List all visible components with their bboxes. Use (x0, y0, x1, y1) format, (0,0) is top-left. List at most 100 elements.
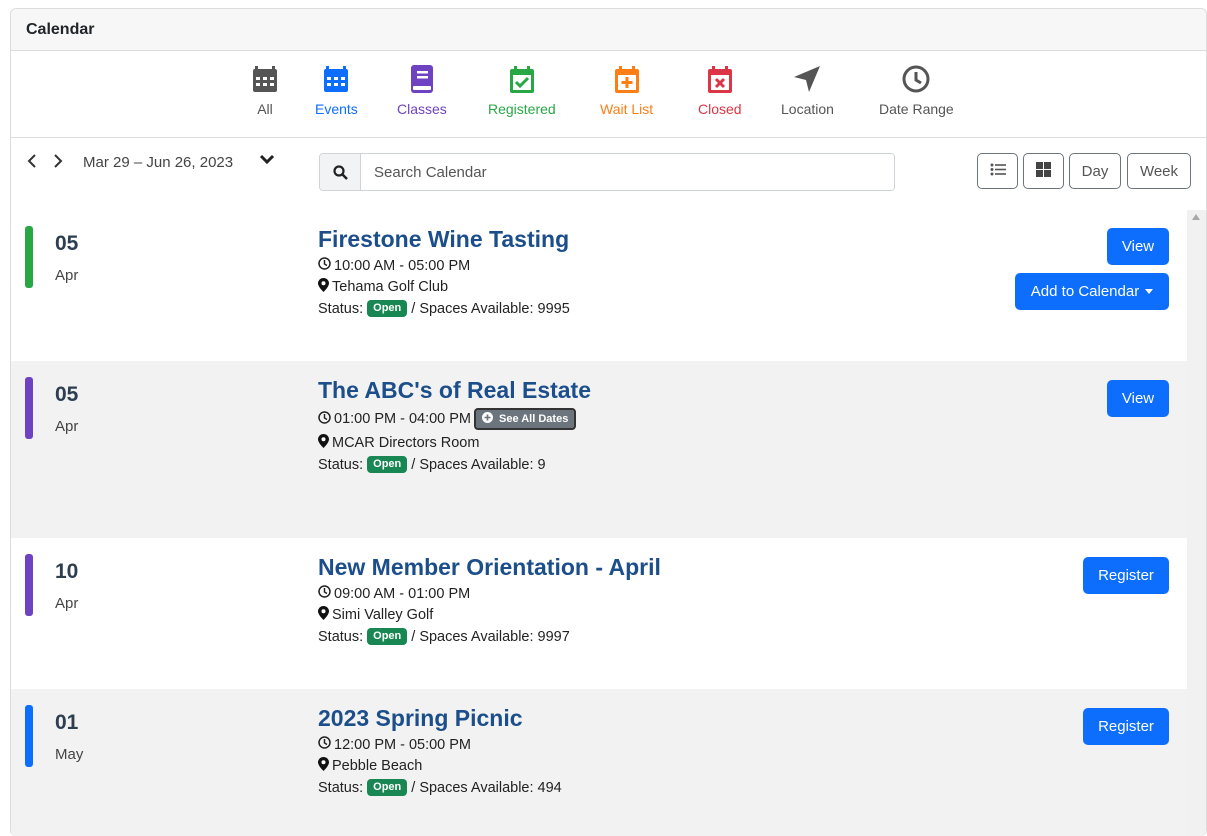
filter-label: Date Range (879, 101, 954, 117)
event-details: Firestone Wine Tasting 10:00 AM - 05:00 … (318, 226, 570, 317)
filter-events[interactable]: Events (315, 63, 358, 117)
event-month: Apr (55, 267, 79, 284)
event-item: 05 Apr The ABC's of Real Estate 01:00 PM… (11, 361, 1187, 539)
clock-icon (900, 63, 932, 95)
spaces-available: / Spaces Available: 9997 (411, 628, 570, 645)
filter-closed[interactable]: Closed (698, 63, 742, 117)
filter-label: Wait List (600, 101, 654, 117)
status-badge: Open (367, 779, 408, 796)
spaces-available: / Spaces Available: 9 (411, 456, 546, 473)
week-view-button[interactable]: Week (1127, 153, 1191, 189)
category-color-bar (25, 554, 33, 616)
category-color-bar (25, 705, 33, 767)
spaces-available: / Spaces Available: 9995 (411, 300, 570, 317)
page-title: Calendar (26, 20, 95, 38)
add-to-calendar-button[interactable]: Add to Calendar (1015, 273, 1169, 310)
event-title[interactable]: The ABC's of Real Estate (318, 377, 591, 404)
event-month: May (55, 746, 84, 763)
calendar-grid-icon (320, 63, 352, 95)
map-marker-icon (318, 757, 332, 775)
event-time: 01:00 PM - 04:00 PM (334, 411, 472, 427)
see-all-dates-button[interactable]: See All Dates (474, 408, 577, 430)
event-title[interactable]: New Member Orientation - April (318, 554, 661, 581)
prev-arrow-icon[interactable] (27, 152, 37, 173)
search-input[interactable] (361, 154, 894, 190)
day-view-button[interactable]: Day (1069, 153, 1121, 189)
grid-icon (1036, 161, 1051, 181)
grid-view-button[interactable] (1023, 153, 1064, 189)
event-location: Simi Valley Golf (332, 607, 434, 623)
scroll-up-icon[interactable] (1192, 214, 1200, 220)
status-badge: Open (367, 300, 408, 317)
status-badge: Open (367, 456, 408, 473)
status-badge: Open (367, 628, 408, 645)
map-marker-icon (318, 434, 332, 452)
event-title[interactable]: Firestone Wine Tasting (318, 226, 570, 253)
event-location: Tehama Golf Club (332, 279, 449, 295)
filter-all[interactable]: All (249, 63, 281, 117)
filter-label: All (257, 101, 273, 117)
filter-registered[interactable]: Registered (488, 63, 556, 117)
filter-label: Events (315, 101, 358, 117)
next-arrow-icon[interactable] (53, 152, 63, 173)
event-time: 09:00 AM - 01:00 PM (334, 585, 471, 602)
event-location: Pebble Beach (332, 758, 423, 774)
book-icon (406, 63, 438, 95)
event-item: 01 May 2023 Spring Picnic 12:00 PM - 05:… (11, 689, 1187, 836)
add-to-calendar-label: Add to Calendar (1030, 283, 1140, 300)
category-color-bar (25, 377, 33, 439)
filter-classes[interactable]: Classes (397, 63, 447, 117)
event-day: 05 (55, 232, 79, 255)
filter-label: Location (781, 101, 834, 117)
status-prefix: Status: (318, 456, 364, 473)
filter-label: Classes (397, 101, 447, 117)
chevron-down-icon[interactable] (259, 152, 277, 170)
register-button[interactable]: Register (1083, 708, 1169, 745)
event-item: 10 Apr New Member Orientation - April 09… (11, 538, 1187, 690)
map-marker-icon (318, 606, 332, 624)
filter-location[interactable]: Location (781, 63, 834, 117)
event-month: Apr (55, 418, 79, 435)
search-icon[interactable] (320, 154, 361, 190)
list-icon (990, 163, 1006, 180)
event-day: 05 (55, 383, 79, 406)
register-button[interactable]: Register (1083, 557, 1169, 594)
filter-label: Closed (698, 101, 742, 117)
plus-circle-icon (482, 412, 496, 426)
scrollbar[interactable] (1187, 210, 1206, 836)
filter-wait-list[interactable]: Wait List (600, 63, 653, 117)
event-location: MCAR Directors Room (332, 435, 480, 451)
view-button[interactable]: View (1107, 228, 1169, 265)
event-details: The ABC's of Real Estate 01:00 PM - 04:0… (318, 377, 591, 473)
clock-icon (318, 410, 334, 428)
category-color-bar (25, 226, 33, 288)
spaces-available: / Spaces Available: 494 (411, 779, 562, 796)
card-header: Calendar (11, 9, 1206, 51)
filter-label: Registered (488, 101, 556, 117)
calendar-check-icon (506, 63, 538, 95)
view-button[interactable]: View (1107, 380, 1169, 417)
event-month: Apr (55, 595, 79, 612)
calendar-card: Calendar All Events Classes Registered W… (10, 8, 1207, 836)
event-list: 05 Apr Firestone Wine Tasting 10:00 AM -… (11, 210, 1187, 836)
status-prefix: Status: (318, 628, 364, 645)
filter-bar: All Events Classes Registered Wait List (11, 51, 1206, 138)
location-arrow-icon (791, 63, 823, 95)
event-item: 05 Apr Firestone Wine Tasting 10:00 AM -… (11, 210, 1187, 362)
calendar-x-icon (704, 63, 736, 95)
caret-down-icon (1145, 289, 1154, 294)
event-title[interactable]: 2023 Spring Picnic (318, 705, 562, 732)
list-view-button[interactable] (977, 153, 1018, 189)
calendar-toolbar: Mar 29 – Jun 26, 2023 Day Week (11, 138, 1206, 211)
event-details: 2023 Spring Picnic 12:00 PM - 05:00 PM P… (318, 705, 562, 796)
clock-icon (318, 585, 334, 602)
clock-icon (318, 736, 334, 753)
status-prefix: Status: (318, 779, 364, 796)
search-box (319, 153, 895, 191)
date-range-label[interactable]: Mar 29 – Jun 26, 2023 (83, 154, 233, 171)
calendar-plus-icon (611, 63, 643, 95)
status-prefix: Status: (318, 300, 364, 317)
calendar-grid-icon (249, 63, 281, 95)
event-day: 10 (55, 560, 79, 583)
filter-date-range[interactable]: Date Range (879, 63, 954, 117)
